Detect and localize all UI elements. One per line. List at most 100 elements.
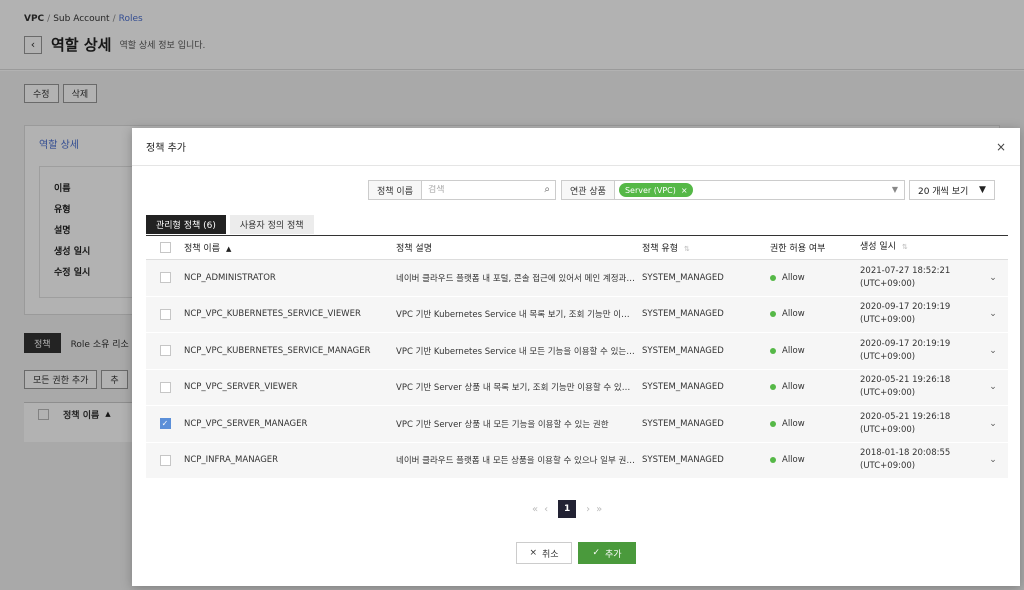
created-date: 2020-05-21 19:26:18 (UTC+09:00)	[860, 411, 951, 435]
header-checkbox-cell	[146, 242, 184, 253]
select-all-checkbox[interactable]	[159, 242, 171, 253]
table-row[interactable]: NCP_VPC_SERVER_VIEWER VPC 기반 Server 상품 내…	[146, 369, 1008, 406]
allow-status: Allow	[770, 382, 860, 392]
policy-name: NCP_VPC_KUBERNETES_SERVICE_MANAGER	[184, 345, 371, 356]
row-checkbox[interactable]	[159, 308, 171, 320]
tab-managed-policy[interactable]: 관리형 정책 (6)	[146, 215, 226, 234]
table-row[interactable]: NCP_INFRA_MANAGER 네이버 클라우드 플랫폼 내 모든 상품을 …	[146, 442, 1008, 479]
row-checkbox-checked[interactable]: ✓	[159, 418, 171, 430]
caret-down-icon: ▼	[979, 185, 986, 195]
tag-remove-icon[interactable]: ×	[681, 186, 688, 195]
policy-description: VPC 기반 Kubernetes Service 내 모든 기능을 이용할 수…	[396, 346, 642, 357]
check-icon: ✓	[592, 548, 600, 558]
policy-table: 정책 이름 ▲ 정책 설명 정책 유형 ⇅ 권한 허용 여부 생성 일시 ⇅ NCP_…	[146, 235, 1008, 479]
table-row[interactable]: ✓ NCP_VPC_SERVER_MANAGER VPC 기반 Server 상…	[146, 406, 1008, 443]
search-input[interactable]	[427, 185, 538, 195]
allow-status: Allow	[770, 419, 860, 429]
policy-name: NCP_INFRA_MANAGER	[184, 455, 279, 466]
expand-chevron-icon[interactable]: ⌄	[978, 309, 1008, 319]
row-checkbox[interactable]	[159, 345, 171, 357]
add-policy-modal: 정책 추가 × 정책 이름 ⌕ 연관 상품 Server (VPC) × ▼ 2…	[132, 128, 1020, 586]
table-row[interactable]: NCP_VPC_KUBERNETES_SERVICE_VIEWER VPC 기반…	[146, 296, 1008, 333]
per-page-value: 20 개씩 보기	[917, 186, 969, 197]
status-dot-icon	[770, 274, 776, 281]
close-icon[interactable]: ×	[996, 140, 1006, 154]
policy-description: 네이버 클라우드 플랫폼 내 포털, 콘솔 접근에 있어서 메인 계정과 동일한…	[396, 273, 642, 284]
related-product-label: 연관 상품	[560, 180, 615, 200]
table-row[interactable]: NCP_VPC_KUBERNETES_SERVICE_MANAGER VPC 기…	[146, 333, 1008, 370]
sort-up-icon: ▲	[225, 245, 232, 253]
policy-type: SYSTEM_MANAGED	[642, 418, 724, 429]
tab-custom-policy[interactable]: 사용자 정의 정책	[229, 215, 314, 234]
first-page-icon[interactable]: «	[532, 504, 538, 515]
policy-description: VPC 기반 Server 상품 내 모든 기능을 이용할 수 있는 권한	[396, 419, 609, 430]
row-checkbox[interactable]	[159, 272, 171, 284]
expand-chevron-icon[interactable]: ⌄	[978, 455, 1008, 465]
policy-type: SYSTEM_MANAGED	[642, 455, 724, 466]
modal-header: 정책 추가 ×	[132, 128, 1020, 166]
table-row[interactable]: NCP_ADMINISTRATOR 네이버 클라우드 플랫폼 내 포털, 콘솔 …	[146, 260, 1008, 297]
table-header: 정책 이름 ▲ 정책 설명 정책 유형 ⇅ 권한 허용 여부 생성 일시 ⇅	[146, 236, 1008, 260]
next-page-icon[interactable]: ›	[586, 504, 590, 515]
sort-icon: ⇅	[683, 245, 690, 253]
expand-chevron-icon[interactable]: ⌄	[978, 382, 1008, 392]
created-date: 2018-01-18 20:08:55 (UTC+09:00)	[860, 448, 951, 472]
allow-status: Allow	[770, 273, 860, 283]
check-icon: ✓	[161, 418, 169, 428]
status-dot-icon	[770, 420, 776, 427]
filter-bar: 정책 이름 ⌕ 연관 상품 Server (VPC) × ▼ 20 개씩 보기 …	[368, 180, 995, 200]
prev-page-icon[interactable]: ‹	[544, 504, 548, 515]
created-date: 2021-07-27 18:52:21 (UTC+09:00)	[860, 265, 951, 289]
per-page-select[interactable]: 20 개씩 보기 ▼	[908, 180, 995, 200]
created-date: 2020-09-17 20:19:19 (UTC+09:00)	[860, 302, 951, 326]
cancel-label: 취소	[541, 549, 559, 560]
column-header-allow: 권한 허용 여부	[770, 244, 826, 254]
column-header-type[interactable]: 정책 유형 ⇅	[642, 241, 770, 254]
allow-status: Allow	[770, 309, 860, 319]
status-dot-icon	[770, 384, 776, 391]
row-checkbox[interactable]	[159, 454, 171, 466]
modal-title: 정책 추가	[146, 143, 186, 154]
search-icon[interactable]: ⌕	[544, 184, 550, 195]
policy-name: NCP_ADMINISTRATOR	[184, 272, 276, 283]
add-button[interactable]: ✓ 추가	[578, 542, 636, 564]
modal-footer: × 취소 ✓ 추가	[516, 542, 636, 564]
policy-type: SYSTEM_MANAGED	[642, 309, 724, 320]
search-box: ⌕	[421, 180, 556, 200]
allow-status: Allow	[770, 346, 860, 356]
policy-name: NCP_VPC_KUBERNETES_SERVICE_VIEWER	[184, 309, 361, 320]
policy-type: SYSTEM_MANAGED	[642, 272, 724, 283]
sort-icon: ⇅	[901, 243, 908, 251]
close-icon: ×	[529, 548, 537, 558]
column-header-name[interactable]: 정책 이름 ▲	[184, 241, 396, 254]
expand-chevron-icon[interactable]: ⌄	[978, 419, 1008, 429]
policy-type: SYSTEM_MANAGED	[642, 345, 724, 356]
column-header-description: 정책 설명	[396, 244, 432, 254]
policy-description: 네이버 클라우드 플랫폼 내 모든 상품을 이용할 수 있으나 일부 권한은 제…	[396, 456, 642, 467]
expand-chevron-icon[interactable]: ⌄	[978, 346, 1008, 356]
created-date: 2020-09-17 20:19:19 (UTC+09:00)	[860, 338, 951, 362]
policy-name: NCP_VPC_SERVER_VIEWER	[184, 382, 298, 393]
row-checkbox[interactable]	[159, 381, 171, 393]
last-page-icon[interactable]: »	[596, 504, 602, 515]
column-header-created[interactable]: 생성 일시 ⇅	[860, 241, 978, 254]
allow-status: Allow	[770, 455, 860, 465]
expand-chevron-icon[interactable]: ⌄	[978, 273, 1008, 283]
status-dot-icon	[770, 347, 776, 354]
page-number-current[interactable]: 1	[558, 500, 577, 518]
add-label: 추가	[604, 549, 622, 560]
related-product-select[interactable]: Server (VPC) × ▼	[614, 180, 905, 200]
policy-description: VPC 기반 Server 상품 내 목록 보기, 조회 기능만 이용할 수 있…	[396, 383, 642, 394]
policy-description: VPC 기반 Kubernetes Service 내 목록 보기, 조회 기능…	[396, 310, 642, 321]
policy-name: NCP_VPC_SERVER_MANAGER	[184, 418, 308, 429]
product-tag: Server (VPC) ×	[618, 183, 693, 197]
pagination: « ‹ 1 › »	[532, 500, 602, 518]
status-dot-icon	[770, 311, 776, 318]
created-date: 2020-05-21 19:26:18 (UTC+09:00)	[860, 375, 951, 399]
status-dot-icon	[770, 457, 776, 464]
policy-name-label: 정책 이름	[368, 180, 422, 200]
product-tag-label: Server (VPC)	[624, 185, 676, 195]
cancel-button[interactable]: × 취소	[516, 542, 572, 564]
policy-type: SYSTEM_MANAGED	[642, 382, 724, 393]
chevron-down-icon[interactable]: ▼	[892, 185, 898, 194]
